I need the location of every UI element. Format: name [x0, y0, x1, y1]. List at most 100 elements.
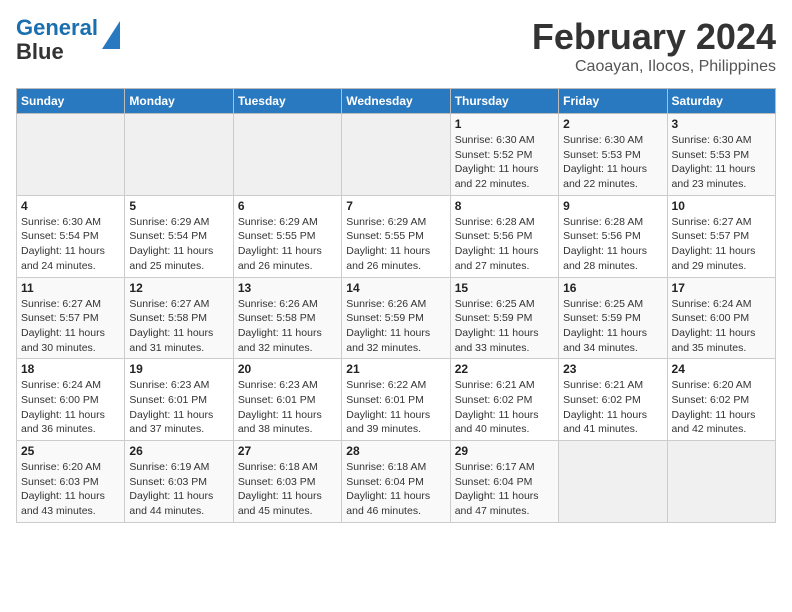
day-number: 22 — [455, 362, 554, 376]
logo: GeneralBlue — [16, 16, 120, 64]
day-info: Sunrise: 6:27 AM Sunset: 5:57 PM Dayligh… — [672, 215, 771, 274]
day-info: Sunrise: 6:29 AM Sunset: 5:54 PM Dayligh… — [129, 215, 228, 274]
calendar-cell: 11Sunrise: 6:27 AM Sunset: 5:57 PM Dayli… — [17, 277, 125, 359]
calendar-cell: 16 Sunrise: 6:25 AM Sunset: 5:59 PM Dayli… — [559, 277, 667, 359]
calendar-cell: 26 Sunrise: 6:19 AM Sunset: 6:03 PM Dayli… — [125, 441, 233, 523]
title-block: February 2024 Caoayan, Ilocos, Philippin… — [532, 16, 776, 76]
day-number: 4 — [21, 199, 120, 213]
logo-icon — [102, 21, 120, 49]
day-info: Sunrise: 6:24 AM Sunset: 6:00 PM Dayligh… — [21, 378, 120, 437]
column-header-saturday: Saturday — [667, 89, 775, 114]
calendar-cell: 28 Sunrise: 6:18 AM Sunset: 6:04 PM Dayli… — [342, 441, 450, 523]
day-info: Sunrise: 6:17 AM Sunset: 6:04 PM Dayligh… — [455, 460, 554, 519]
day-number: 7 — [346, 199, 445, 213]
day-number: 15 — [455, 281, 554, 295]
page-subtitle: Caoayan, Ilocos, Philippines — [532, 58, 776, 76]
day-number: 17 — [672, 281, 771, 295]
calendar-cell — [125, 114, 233, 196]
day-number: 25 — [21, 444, 120, 458]
calendar-cell: 13 Sunrise: 6:26 AM Sunset: 5:58 PM Dayli… — [233, 277, 341, 359]
calendar-cell: 10 Sunrise: 6:27 AM Sunset: 5:57 PM Dayli… — [667, 195, 775, 277]
calendar-cell: 23 Sunrise: 6:21 AM Sunset: 6:02 PM Dayli… — [559, 359, 667, 441]
calendar-cell: 3 Sunrise: 6:30 AM Sunset: 5:53 PM Daylig… — [667, 114, 775, 196]
calendar-cell: 29 Sunrise: 6:17 AM Sunset: 6:04 PM Dayli… — [450, 441, 558, 523]
day-number: 3 — [672, 117, 771, 131]
day-info: Sunrise: 6:18 AM Sunset: 6:03 PM Dayligh… — [238, 460, 337, 519]
day-number: 29 — [455, 444, 554, 458]
day-number: 26 — [129, 444, 228, 458]
day-info: Sunrise: 6:25 AM Sunset: 5:59 PM Dayligh… — [455, 297, 554, 356]
day-number: 27 — [238, 444, 337, 458]
column-header-wednesday: Wednesday — [342, 89, 450, 114]
calendar-cell: 19Sunrise: 6:23 AM Sunset: 6:01 PM Dayli… — [125, 359, 233, 441]
day-number: 8 — [455, 199, 554, 213]
day-info: Sunrise: 6:28 AM Sunset: 5:56 PM Dayligh… — [563, 215, 662, 274]
day-info: Sunrise: 6:29 AM Sunset: 5:55 PM Dayligh… — [346, 215, 445, 274]
day-info: Sunrise: 6:20 AM Sunset: 6:03 PM Dayligh… — [21, 460, 120, 519]
calendar-cell: 21 Sunrise: 6:22 AM Sunset: 6:01 PM Dayli… — [342, 359, 450, 441]
day-info: Sunrise: 6:19 AM Sunset: 6:03 PM Dayligh… — [129, 460, 228, 519]
calendar-cell — [559, 441, 667, 523]
day-info: Sunrise: 6:28 AM Sunset: 5:56 PM Dayligh… — [455, 215, 554, 274]
calendar-cell — [17, 114, 125, 196]
day-number: 9 — [563, 199, 662, 213]
day-info: Sunrise: 6:22 AM Sunset: 6:01 PM Dayligh… — [346, 378, 445, 437]
day-number: 11 — [21, 281, 120, 295]
column-header-thursday: Thursday — [450, 89, 558, 114]
calendar-cell: 24Sunrise: 6:20 AM Sunset: 6:02 PM Dayli… — [667, 359, 775, 441]
day-number: 18 — [21, 362, 120, 376]
day-info: Sunrise: 6:23 AM Sunset: 6:01 PM Dayligh… — [129, 378, 228, 437]
day-info: Sunrise: 6:23 AM Sunset: 6:01 PM Dayligh… — [238, 378, 337, 437]
day-info: Sunrise: 6:25 AM Sunset: 5:59 PM Dayligh… — [563, 297, 662, 356]
page-title: February 2024 — [532, 16, 776, 58]
day-number: 20 — [238, 362, 337, 376]
calendar-cell — [667, 441, 775, 523]
day-info: Sunrise: 6:26 AM Sunset: 5:58 PM Dayligh… — [238, 297, 337, 356]
day-info: Sunrise: 6:18 AM Sunset: 6:04 PM Dayligh… — [346, 460, 445, 519]
day-info: Sunrise: 6:21 AM Sunset: 6:02 PM Dayligh… — [563, 378, 662, 437]
calendar-cell: 27 Sunrise: 6:18 AM Sunset: 6:03 PM Dayli… — [233, 441, 341, 523]
calendar-cell: 7 Sunrise: 6:29 AM Sunset: 5:55 PM Daylig… — [342, 195, 450, 277]
calendar-cell: 15 Sunrise: 6:25 AM Sunset: 5:59 PM Dayli… — [450, 277, 558, 359]
day-number: 28 — [346, 444, 445, 458]
calendar-cell: 17 Sunrise: 6:24 AM Sunset: 6:00 PM Dayli… — [667, 277, 775, 359]
day-number: 2 — [563, 117, 662, 131]
calendar-cell: 12Sunrise: 6:27 AM Sunset: 5:58 PM Dayli… — [125, 277, 233, 359]
day-number: 13 — [238, 281, 337, 295]
calendar-cell: 8 Sunrise: 6:28 AM Sunset: 5:56 PM Daylig… — [450, 195, 558, 277]
day-number: 10 — [672, 199, 771, 213]
calendar-cell: 9 Sunrise: 6:28 AM Sunset: 5:56 PM Daylig… — [559, 195, 667, 277]
day-number: 12 — [129, 281, 228, 295]
day-info: Sunrise: 6:24 AM Sunset: 6:00 PM Dayligh… — [672, 297, 771, 356]
column-header-sunday: Sunday — [17, 89, 125, 114]
calendar-cell — [342, 114, 450, 196]
day-number: 5 — [129, 199, 228, 213]
day-info: Sunrise: 6:30 AM Sunset: 5:52 PM Dayligh… — [455, 133, 554, 192]
day-number: 16 — [563, 281, 662, 295]
day-number: 14 — [346, 281, 445, 295]
calendar-cell: 14 Sunrise: 6:26 AM Sunset: 5:59 PM Dayli… — [342, 277, 450, 359]
column-header-friday: Friday — [559, 89, 667, 114]
calendar-cell: 1 Sunrise: 6:30 AM Sunset: 5:52 PM Daylig… — [450, 114, 558, 196]
day-number: 21 — [346, 362, 445, 376]
column-header-monday: Monday — [125, 89, 233, 114]
page-header: GeneralBlue February 2024 Caoayan, Iloco… — [16, 16, 776, 76]
day-info: Sunrise: 6:21 AM Sunset: 6:02 PM Dayligh… — [455, 378, 554, 437]
day-info: Sunrise: 6:29 AM Sunset: 5:55 PM Dayligh… — [238, 215, 337, 274]
day-info: Sunrise: 6:26 AM Sunset: 5:59 PM Dayligh… — [346, 297, 445, 356]
calendar-cell: 18 Sunrise: 6:24 AM Sunset: 6:00 PM Dayli… — [17, 359, 125, 441]
day-info: Sunrise: 6:30 AM Sunset: 5:53 PM Dayligh… — [672, 133, 771, 192]
day-number: 6 — [238, 199, 337, 213]
day-info: Sunrise: 6:30 AM Sunset: 5:54 PM Dayligh… — [21, 215, 120, 274]
calendar-cell: 6 Sunrise: 6:29 AM Sunset: 5:55 PM Daylig… — [233, 195, 341, 277]
day-number: 1 — [455, 117, 554, 131]
calendar-table: SundayMondayTuesdayWednesdayThursdayFrid… — [16, 88, 776, 523]
calendar-cell: 20 Sunrise: 6:23 AM Sunset: 6:01 PM Dayli… — [233, 359, 341, 441]
day-number: 23 — [563, 362, 662, 376]
calendar-cell: 5 Sunrise: 6:29 AM Sunset: 5:54 PM Daylig… — [125, 195, 233, 277]
calendar-cell: 4 Sunrise: 6:30 AM Sunset: 5:54 PM Daylig… — [17, 195, 125, 277]
logo-text: GeneralBlue — [16, 16, 98, 64]
column-header-tuesday: Tuesday — [233, 89, 341, 114]
calendar-cell: 22 Sunrise: 6:21 AM Sunset: 6:02 PM Dayli… — [450, 359, 558, 441]
calendar-cell: 2Sunrise: 6:30 AM Sunset: 5:53 PM Daylig… — [559, 114, 667, 196]
